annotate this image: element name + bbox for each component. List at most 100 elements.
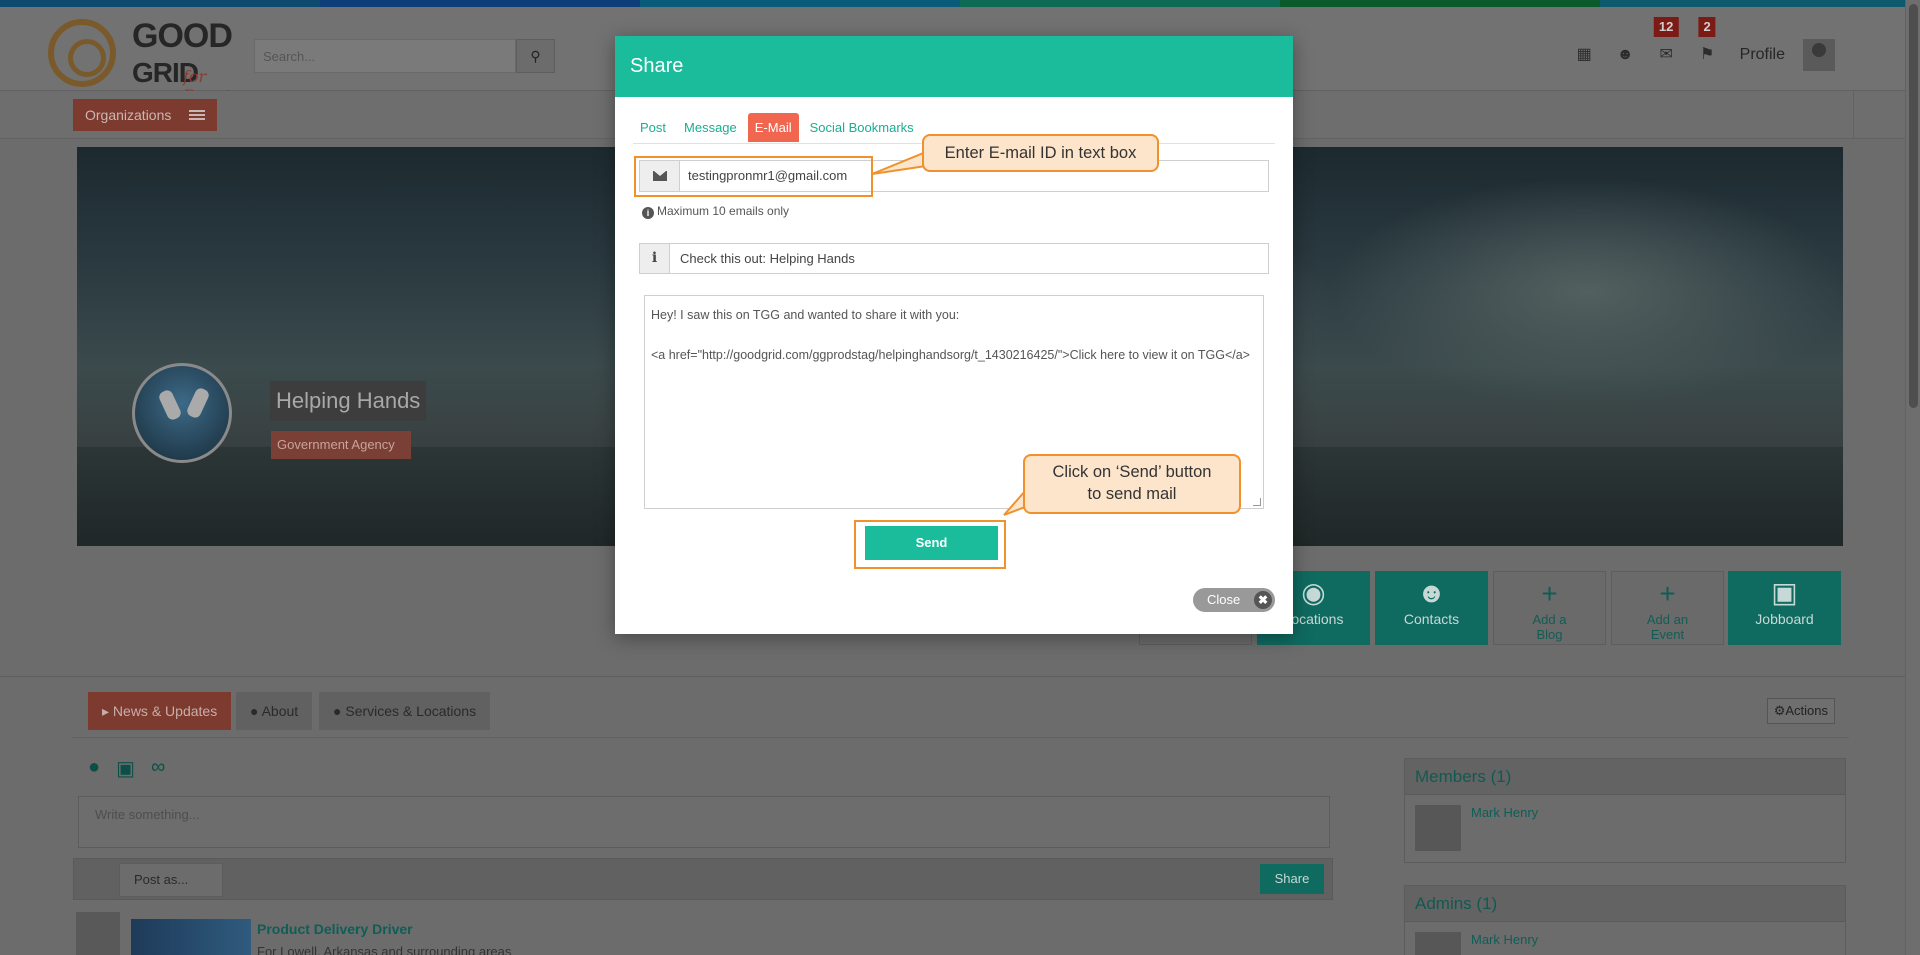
tab-about[interactable]: ● About	[236, 692, 313, 730]
body-blank-line	[651, 325, 1257, 345]
tab-services-locations[interactable]: ● Services & Locations	[319, 692, 491, 730]
tile-add-event[interactable]: + Add an Event	[1611, 571, 1724, 645]
composer-type-icons: ● ▣ ∞	[88, 756, 165, 781]
actions-label: Actions	[1785, 703, 1828, 718]
globe-icon: ●	[333, 703, 346, 719]
post-share-button[interactable]: Share	[1260, 864, 1324, 894]
gear-logo-icon	[48, 19, 116, 87]
callout-text-line2: to send mail	[1087, 485, 1177, 503]
tab-message[interactable]: Message	[677, 113, 744, 142]
send-button[interactable]: Send	[865, 526, 998, 560]
profile-tabs: ▸ News & Updates ● About ● Services & Lo…	[72, 678, 1849, 738]
callout-click-send: Click on ‘Send’ button to send mail	[1023, 454, 1241, 514]
tile-label: Contacts	[1403, 611, 1460, 627]
comment-icon[interactable]: ●	[88, 756, 100, 781]
member-item: Mark Henry	[1405, 795, 1845, 863]
member-avatar[interactable]	[1415, 805, 1461, 851]
divider	[0, 676, 1905, 677]
tab-label: Services & Locations	[345, 703, 477, 719]
feed-thumbnail[interactable]	[131, 919, 251, 955]
organization-avatar[interactable]	[132, 363, 232, 463]
post-composer-input[interactable]: Write something...	[78, 796, 1330, 848]
close-label: Close	[1207, 592, 1241, 607]
tab-email[interactable]: E-Mail	[747, 113, 799, 142]
subject-input-value[interactable]: Check this out: Helping Hands	[680, 244, 855, 273]
tile-label-line2: Event	[1650, 627, 1685, 642]
tab-post[interactable]: Post	[633, 113, 673, 142]
actions-button[interactable]: ⚙Actions	[1766, 698, 1835, 724]
close-icon: ✖	[1254, 591, 1272, 609]
organization-name: Helping Hands	[270, 381, 427, 421]
top-color-stripe	[0, 0, 1920, 7]
callout-text-line1: Click on ‘Send’ button	[1052, 463, 1212, 481]
tile-label-line1: Add a	[1532, 612, 1567, 627]
admin-item: Mark Henry	[1405, 922, 1845, 955]
member-name[interactable]: Mark Henry	[1471, 805, 1538, 820]
info-icon: i	[640, 244, 670, 273]
feed-avatar[interactable]	[76, 912, 120, 955]
top-right-icons: ▦ ☻ ✉ 12 ⚑ 2 Profile	[1564, 17, 1835, 75]
share-modal: Share Post Message E-Mail Social Bookmar…	[615, 36, 1293, 634]
plus-icon: +	[1659, 578, 1676, 609]
messages-badge: 12	[1653, 17, 1679, 37]
post-as-select[interactable]: Post as...	[119, 863, 223, 897]
notifications-badge: 2	[1698, 17, 1716, 37]
callout-pointer	[871, 150, 927, 175]
members-title: Members (1)	[1405, 759, 1845, 795]
callout-text: Enter E-mail ID in text box	[944, 144, 1137, 162]
megaphone-icon: ▸	[102, 703, 113, 719]
users-icon: ☻	[1416, 577, 1447, 608]
briefcase-icon: ▣	[1771, 577, 1798, 608]
tile-jobboard[interactable]: ▣ Jobboard	[1728, 571, 1841, 645]
tile-contacts[interactable]: ☻ Contacts	[1375, 571, 1488, 645]
admins-panel: Admins (1) Mark Henry	[1404, 885, 1846, 955]
scrollbar-thumb[interactable]	[1909, 4, 1918, 408]
info-circle-icon: i	[642, 207, 654, 219]
modal-title: Share	[615, 36, 1293, 97]
organizations-button[interactable]: Organizations	[73, 99, 217, 131]
admins-title: Admins (1)	[1405, 886, 1845, 922]
admin-name[interactable]: Mark Henry	[1471, 932, 1538, 947]
resize-handle[interactable]	[1253, 498, 1261, 506]
subject-field[interactable]: i Check this out: Helping Hands	[639, 243, 1269, 274]
tile-add-blog[interactable]: + Add a Blog	[1493, 571, 1606, 645]
page-scrollbar[interactable]	[1905, 0, 1920, 955]
menu-bars-icon	[189, 110, 205, 120]
photo-icon[interactable]: ▣	[116, 756, 135, 781]
divider	[1853, 91, 1854, 139]
members-panel: Members (1) Mark Henry	[1404, 758, 1846, 863]
link-icon[interactable]: ∞	[151, 756, 165, 781]
tab-social-bookmarks[interactable]: Social Bookmarks	[803, 113, 921, 142]
search-button[interactable]: ⚲	[516, 39, 555, 73]
apps-grid-icon[interactable]: ▦	[1564, 35, 1605, 75]
email-hint: i Maximum 10 emails only	[642, 204, 789, 219]
close-button[interactable]: Close ✖	[1193, 588, 1275, 612]
body-line: Hey! I saw this on TGG and wanted to sha…	[651, 308, 960, 322]
callout-enter-email: Enter E-mail ID in text box	[922, 134, 1159, 172]
feed-item-title[interactable]: Product Delivery Driver	[257, 921, 413, 937]
messages-icon[interactable]: ✉ 12	[1646, 17, 1687, 75]
feed-item-subtitle: For Lowell, Arkansas and surrounding are…	[257, 944, 512, 955]
body-line: <a href="http://goodgrid.com/ggprodstag/…	[651, 348, 1250, 362]
email-hint-text: Maximum 10 emails only	[657, 204, 790, 218]
logo-word-good: GOOD	[132, 17, 233, 55]
tile-label: Jobboard	[1755, 611, 1814, 627]
organization-type-badge: Government Agency	[271, 431, 411, 459]
tab-news-updates[interactable]: ▸ News & Updates	[88, 692, 232, 730]
cover-cloud	[1327, 177, 1843, 407]
user-avatar[interactable]	[1803, 39, 1835, 71]
gears-icon: ⚙	[1773, 703, 1786, 718]
plus-icon: +	[1541, 578, 1558, 609]
friends-icon[interactable]: ☻	[1605, 35, 1646, 75]
email-highlight-box	[634, 156, 873, 197]
profile-link[interactable]: Profile	[1728, 46, 1803, 64]
good-grid-logo[interactable]: GOOD GRID for Reentry	[48, 15, 263, 105]
bell-icon[interactable]: ⚑ 2	[1687, 17, 1728, 75]
organizations-label: Organizations	[85, 107, 172, 123]
post-options-bar: Post as... Share	[73, 858, 1333, 900]
callout-pointer-shape	[871, 150, 927, 175]
user-icon: ●	[250, 703, 262, 719]
admin-avatar[interactable]	[1415, 932, 1461, 955]
tile-label-line1: Add an	[1646, 612, 1689, 627]
search-input[interactable]: Search...	[254, 39, 516, 73]
